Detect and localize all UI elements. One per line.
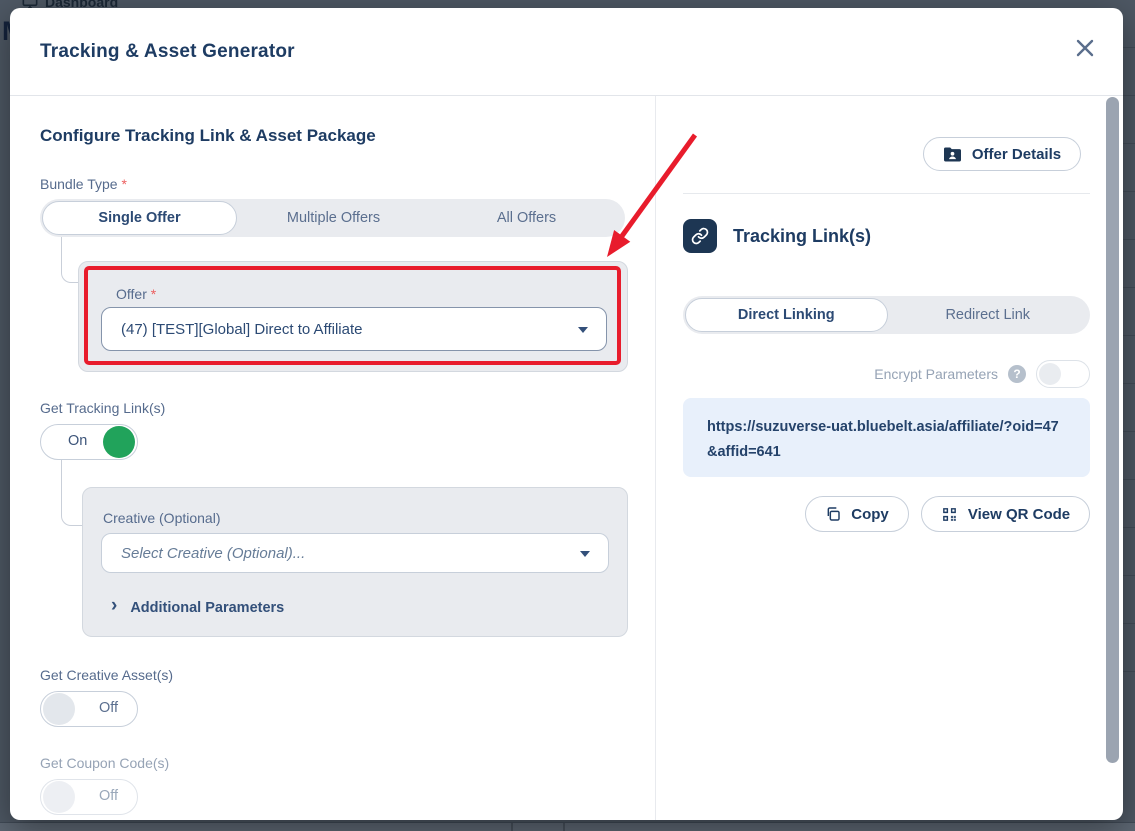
tab-all-offers[interactable]: All Offers xyxy=(430,201,623,235)
modal-title: Tracking & Asset Generator xyxy=(40,41,295,63)
connector-toggle-to-creative xyxy=(61,460,83,526)
tracking-url-box: https://suzuverse-uat.bluebelt.asia/affi… xyxy=(683,398,1090,477)
view-qr-code-button[interactable]: View QR Code xyxy=(921,496,1090,532)
creative-select-placeholder: Select Creative (Optional)... xyxy=(121,545,305,562)
page: Dashboard M Tracking & Asset Generator C… xyxy=(0,0,1135,831)
copy-button[interactable]: Copy xyxy=(805,496,909,532)
copy-icon xyxy=(825,506,841,522)
additional-parameters-label: Additional Parameters xyxy=(130,600,284,616)
additional-parameters-expander[interactable]: › Additional Parameters xyxy=(111,598,284,617)
creative-select[interactable]: Select Creative (Optional)... xyxy=(101,533,609,573)
right-divider xyxy=(683,193,1090,194)
link-icon xyxy=(683,219,717,253)
tab-multiple-offers[interactable]: Multiple Offers xyxy=(237,201,430,235)
header-divider xyxy=(10,95,1123,96)
get-creative-assets-toggle[interactable]: Off xyxy=(40,691,138,727)
help-question-icon[interactable]: ? xyxy=(1008,365,1026,383)
get-coupon-codes-label: Get Coupon Code(s) xyxy=(40,755,169,771)
link-type-tabs: Direct Linking Redirect Link xyxy=(683,296,1090,334)
bundle-type-label: Bundle Type * xyxy=(40,176,127,192)
column-divider xyxy=(655,96,656,820)
modal-scrollbar-thumb[interactable] xyxy=(1106,97,1119,763)
tab-redirect-link[interactable]: Redirect Link xyxy=(888,298,1089,332)
offer-details-button[interactable]: Offer Details xyxy=(923,137,1081,171)
offer-folder-icon xyxy=(943,146,962,163)
offer-card: Offer * (47) [TEST][Global] Direct to Af… xyxy=(78,261,628,372)
tracking-asset-generator-modal: Tracking & Asset Generator Configure Tra… xyxy=(10,8,1123,820)
background-right-strip xyxy=(1123,0,1135,831)
get-coupon-codes-toggle[interactable]: Off xyxy=(40,779,138,815)
encrypt-parameters-label: Encrypt Parameters xyxy=(874,366,998,382)
bundle-type-tabs: Single Offer Multiple Offers All Offers xyxy=(40,199,625,237)
background-table-edge xyxy=(0,822,1135,831)
toggle-knob xyxy=(43,693,75,725)
qr-code-icon xyxy=(941,506,958,523)
close-button[interactable] xyxy=(1072,36,1098,62)
get-tracking-links-toggle[interactable]: On xyxy=(40,424,138,460)
toggle-state-label: Off xyxy=(99,700,118,716)
toggle-state-label: Off xyxy=(99,788,118,804)
tracking-links-heading: Tracking Link(s) xyxy=(733,226,871,247)
get-creative-assets-label: Get Creative Asset(s) xyxy=(40,667,173,683)
creative-label: Creative (Optional) xyxy=(103,510,221,526)
toggle-knob xyxy=(103,426,135,458)
chevron-right-icon: › xyxy=(111,596,117,615)
offer-select[interactable]: (47) [TEST][Global] Direct to Affiliate xyxy=(101,307,607,351)
toggle-knob xyxy=(1039,363,1061,385)
toggle-knob xyxy=(43,781,75,813)
tab-single-offer[interactable]: Single Offer xyxy=(42,201,237,235)
connector-bundle-to-offer xyxy=(61,237,78,283)
offer-select-value: (47) [TEST][Global] Direct to Affiliate xyxy=(121,321,362,338)
configure-heading: Configure Tracking Link & Asset Package xyxy=(40,126,376,146)
encrypt-parameters-toggle[interactable] xyxy=(1036,360,1090,388)
tab-direct-linking[interactable]: Direct Linking xyxy=(685,298,888,332)
offer-label: Offer * xyxy=(116,286,156,302)
caret-down-icon xyxy=(580,551,590,557)
close-icon xyxy=(1074,37,1096,59)
creative-card: Creative (Optional) Select Creative (Opt… xyxy=(82,487,628,637)
toggle-state-label: On xyxy=(68,433,87,449)
caret-down-icon xyxy=(578,327,588,333)
get-tracking-links-label: Get Tracking Link(s) xyxy=(40,400,165,416)
link-actions-row: Copy View QR Code xyxy=(805,496,1090,532)
tracking-links-heading-row: Tracking Link(s) xyxy=(683,219,871,253)
encrypt-parameters-row: Encrypt Parameters ? xyxy=(874,360,1090,388)
